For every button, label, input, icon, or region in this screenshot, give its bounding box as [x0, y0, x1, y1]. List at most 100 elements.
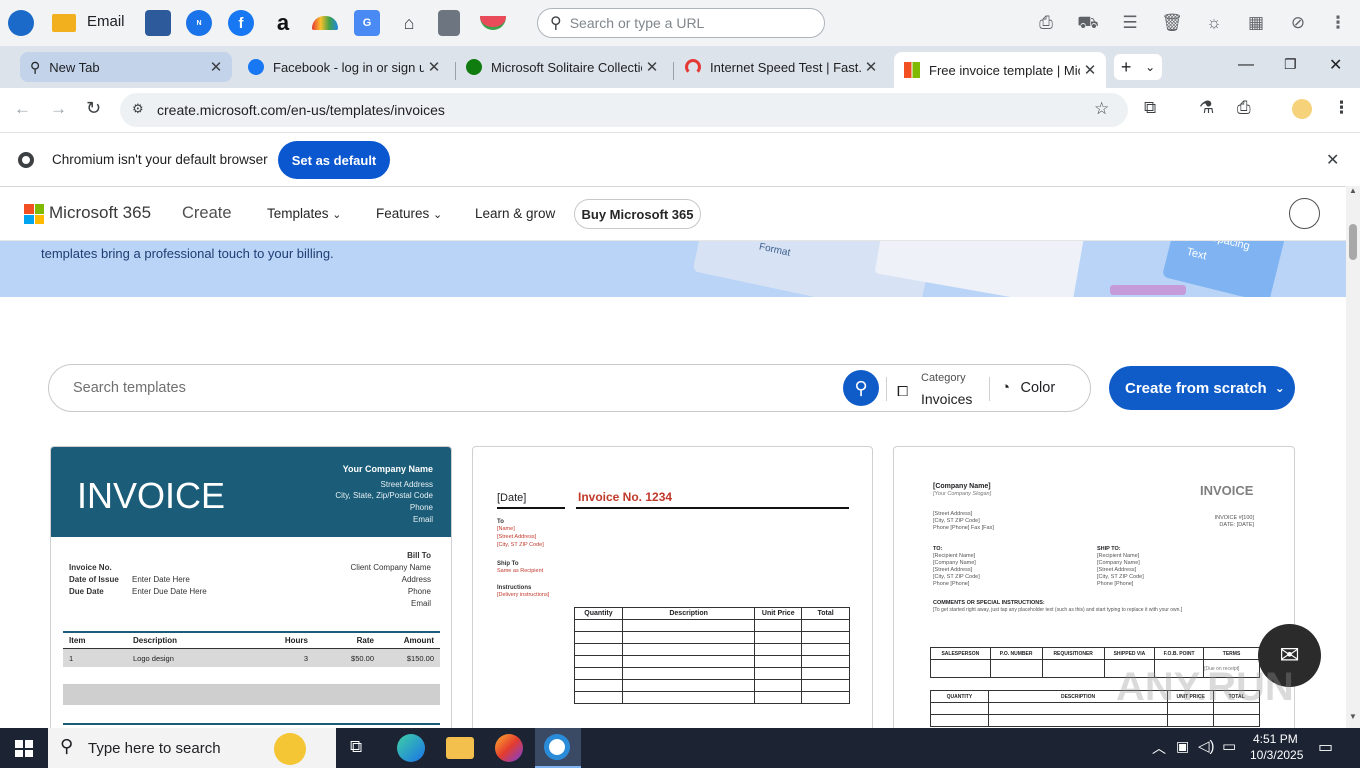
tab-title: Free invoice template | Microsoft Create — [929, 62, 1080, 78]
scroll-down-icon[interactable]: ▼ — [1349, 712, 1357, 721]
chevron-up-icon[interactable]: ︿ — [1152, 738, 1166, 758]
microsoft-logo-icon[interactable] — [24, 204, 44, 224]
default-browser-infobar: Chromium isn't your default browser Set … — [0, 132, 1360, 186]
watermelon-icon[interactable] — [480, 16, 506, 30]
amazon-icon[interactable]: a — [270, 10, 296, 36]
tab-solitaire[interactable]: Microsoft Solitaire Collection ✕ — [456, 52, 668, 82]
email-label[interactable]: Email — [87, 13, 125, 30]
image-icon: ⧠ — [897, 383, 909, 399]
chromium-taskbar-app[interactable] — [535, 728, 581, 768]
color-filter[interactable]: ◔ Color — [1001, 379, 1081, 401]
forward-icon[interactable]: → — [50, 99, 67, 119]
new-tab-button[interactable]: + ⌄ — [1114, 54, 1162, 80]
search-button[interactable]: ⚲ — [843, 370, 879, 406]
category-label: Category — [921, 372, 966, 384]
scrollbar-thumb[interactable] — [1349, 224, 1357, 260]
clock-time[interactable]: 4:51 PM — [1253, 732, 1298, 746]
category-filter[interactable]: ⧠ Category Invoices — [897, 369, 989, 409]
translate-icon[interactable]: G — [354, 10, 380, 36]
set-as-default-button[interactable]: Set as default — [278, 141, 390, 179]
windows-start-icon[interactable] — [15, 740, 33, 757]
scroll-up-icon[interactable]: ▲ — [1349, 186, 1357, 195]
browser-logo-icon[interactable] — [8, 10, 34, 36]
nav-features[interactable]: Features ⌄ — [376, 206, 442, 221]
nav-learn-grow[interactable]: Learn & grow — [475, 206, 555, 221]
xbox-icon — [466, 59, 482, 75]
create-from-scratch-button[interactable]: Create from scratch ⌄ — [1109, 366, 1295, 410]
taskbar-search-placeholder: Type here to search — [88, 739, 221, 757]
brand-name[interactable]: Microsoft 365 — [49, 203, 151, 223]
browser-menu-icon[interactable]: ⋮ — [1333, 98, 1350, 118]
taskbar-search[interactable]: ⚲ Type here to search — [48, 728, 336, 768]
search-icon: ⚲ — [550, 15, 562, 32]
page-scrollbar[interactable]: ▲ ▼ — [1346, 186, 1360, 728]
extensions-icon[interactable]: ⧉ — [1144, 98, 1156, 118]
tab-facebook[interactable]: Facebook - log in or sign up ✕ — [238, 52, 450, 82]
news-icon[interactable]: N — [186, 10, 212, 36]
close-icon[interactable]: ✕ — [1080, 61, 1100, 79]
restore-icon[interactable]: ❐ — [1284, 56, 1297, 73]
address-bar[interactable]: ⚙ create.microsoft.com/en-us/templates/i… — [120, 93, 1128, 127]
template-card-1[interactable]: INVOICE Your Company Name Street Address… — [50, 446, 452, 728]
tab-invoice-active[interactable]: Free invoice template | Microsoft Create… — [894, 52, 1106, 88]
gamepad-icon[interactable]: ⌂ — [396, 10, 422, 36]
hero-banner: templates bring a professional touch to … — [0, 241, 1346, 297]
tab-new-tab[interactable]: ⚲ New Tab ✕ — [20, 52, 232, 82]
create-link[interactable]: Create — [182, 204, 232, 223]
tab-speed-test[interactable]: Internet Speed Test | Fast.com ✕ — [675, 52, 887, 82]
edge-icon[interactable] — [397, 734, 425, 762]
file-explorer-icon[interactable] — [446, 737, 474, 759]
bookmark-star-icon[interactable]: ☆ — [1094, 99, 1109, 119]
tab-strip: ⚲ New Tab ✕ Facebook - log in or sign up… — [0, 46, 1360, 88]
minimize-icon[interactable]: — — [1238, 56, 1254, 74]
color-label: Color — [1020, 380, 1056, 396]
back-icon[interactable]: ← — [14, 99, 31, 119]
close-icon[interactable]: ✕ — [642, 58, 662, 76]
plus-icon: + — [1120, 56, 1132, 77]
template-card-2[interactable]: [Date] Invoice No. 1234 To [Name] [Stree… — [472, 446, 873, 728]
trash-icon[interactable]: 🗑 — [1161, 12, 1183, 34]
category-value: Invoices — [921, 391, 973, 407]
reload-icon[interactable]: ↻ — [86, 98, 101, 119]
navigation-bar: ← → ↻ ⚙ create.microsoft.com/en-us/templ… — [0, 88, 1360, 132]
notes-icon[interactable]: ☰ — [1119, 12, 1141, 34]
email-icon[interactable] — [52, 14, 76, 32]
calculator-outline-icon[interactable]: ▦ — [1245, 12, 1267, 34]
volume-icon[interactable]: ◁) — [1198, 737, 1215, 755]
network-icon[interactable]: ▭ — [1222, 737, 1236, 755]
meet-now-icon[interactable]: ▣ — [1176, 738, 1189, 755]
calculator-icon[interactable] — [145, 10, 171, 36]
infobar-close-icon[interactable]: ✕ — [1326, 150, 1339, 170]
facebook-icon[interactable]: f — [228, 10, 254, 36]
weather-icon[interactable]: ☼ — [1203, 12, 1225, 34]
close-icon[interactable]: ✕ — [861, 58, 881, 76]
site-info-icon[interactable]: ⚙ — [132, 101, 144, 117]
account-icon[interactable] — [1289, 198, 1320, 229]
speed-gauge-icon[interactable] — [312, 16, 338, 30]
car-icon[interactable]: ⛟ — [1077, 12, 1099, 34]
profile-avatar[interactable] — [1292, 99, 1312, 119]
firefox-icon[interactable] — [495, 734, 523, 762]
nav-templates[interactable]: Templates ⌄ — [267, 206, 342, 221]
tab-title: Microsoft Solitaire Collection — [491, 59, 642, 75]
task-view-icon[interactable]: ⧉ — [350, 737, 362, 757]
omnibox-placeholder: Search or type a URL — [569, 15, 705, 31]
site-header: Microsoft 365 Create Templates ⌄ Feature… — [0, 187, 1346, 241]
more-menu-icon[interactable]: ⋮ — [1327, 12, 1349, 34]
labs-flask-icon[interactable]: ⚗ — [1199, 98, 1214, 118]
close-icon[interactable]: ✕ — [424, 58, 444, 76]
print-icon[interactable]: ⎙ — [1237, 98, 1251, 118]
books-icon[interactable] — [438, 10, 460, 36]
camera-off-icon[interactable]: ⊘ — [1287, 12, 1309, 34]
notifications-icon[interactable]: ▭ — [1318, 737, 1333, 757]
buy-microsoft-365-button[interactable]: Buy Microsoft 365 — [574, 199, 701, 229]
clock-date[interactable]: 10/3/2025 — [1250, 748, 1303, 762]
facebook-icon — [248, 59, 264, 75]
omnibox[interactable]: ⚲ Search or type a URL — [537, 8, 825, 38]
chevron-down-icon: ⌄ — [1145, 60, 1156, 74]
printer-icon[interactable]: ⎙ — [1035, 12, 1057, 34]
template-search-input[interactable]: Search templates — [73, 380, 186, 396]
tab-title: New Tab — [49, 59, 100, 75]
close-icon[interactable]: ✕ — [206, 58, 226, 76]
window-close-icon[interactable]: ✕ — [1329, 55, 1342, 75]
